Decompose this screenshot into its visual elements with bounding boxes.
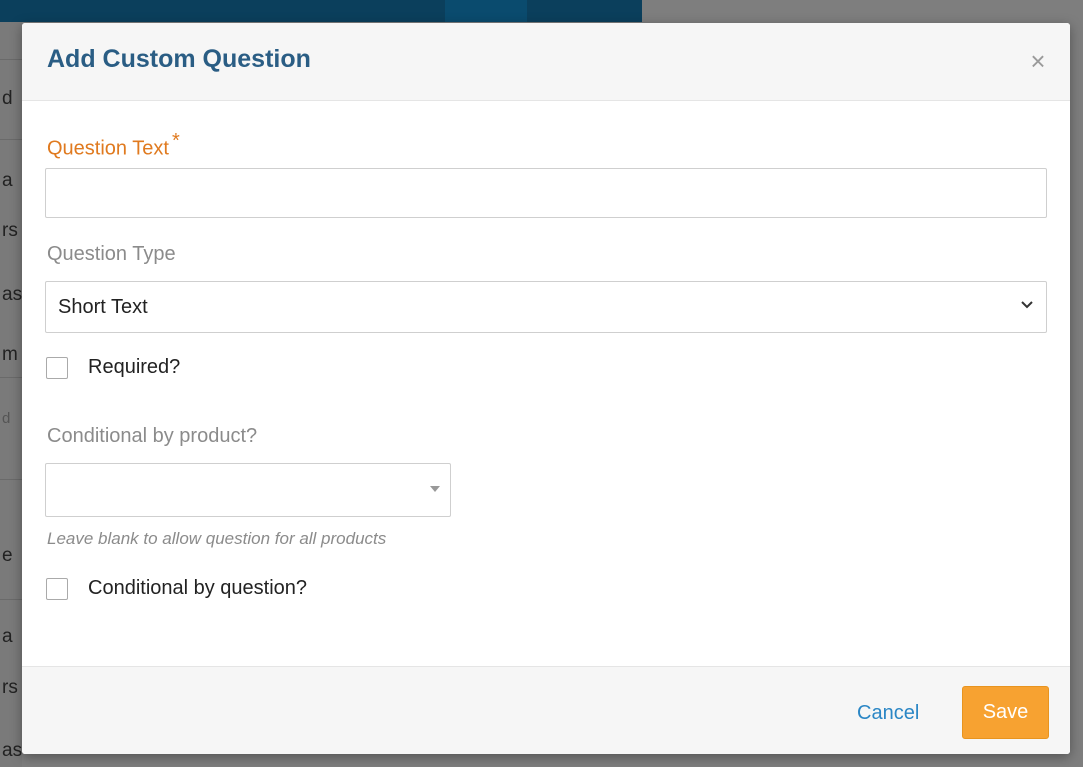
- background-divider: [0, 479, 22, 480]
- background-page: d a rs as m d e a rs as: [0, 22, 22, 767]
- required-asterisk: *: [171, 130, 180, 152]
- conditional-product-select[interactable]: [45, 463, 451, 517]
- modal-footer: Cancel Save: [22, 666, 1070, 754]
- caret-down-icon: [430, 486, 440, 492]
- background-divider: [0, 377, 22, 378]
- background-top-bar: [0, 0, 642, 22]
- background-text: rs: [2, 677, 18, 698]
- conditional-product-help-text: Leave blank to allow question for all pr…: [47, 529, 387, 548]
- question-text-input[interactable]: [45, 168, 1047, 218]
- background-divider: [0, 59, 22, 60]
- conditional-question-checkbox[interactable]: [46, 578, 68, 600]
- required-checkbox[interactable]: [46, 357, 68, 379]
- close-icon[interactable]: ×: [1026, 47, 1050, 75]
- conditional-question-checkbox-label[interactable]: Conditional by question?: [88, 577, 307, 600]
- question-type-selected-value: Short Text: [58, 296, 148, 318]
- background-text: a: [2, 626, 13, 647]
- modal-header: Add Custom Question ×: [22, 23, 1070, 101]
- required-checkbox-label[interactable]: Required?: [88, 356, 180, 379]
- question-text-label: Question Text *: [47, 130, 180, 161]
- question-type-select[interactable]: Short Text: [45, 281, 1047, 333]
- background-tab: [445, 0, 527, 22]
- conditional-product-label: Conditional by product?: [47, 425, 258, 447]
- background-divider: [0, 139, 22, 140]
- modal-title: Add Custom Question: [47, 45, 311, 73]
- save-button[interactable]: Save: [962, 686, 1049, 739]
- background-text: as: [2, 284, 23, 305]
- background-text: as: [2, 740, 23, 761]
- question-text-label-text: Question Text: [47, 137, 169, 160]
- cancel-button[interactable]: Cancel: [857, 702, 919, 725]
- background-text: rs: [2, 220, 18, 241]
- background-text: e: [2, 545, 13, 566]
- question-type-label: Question Type: [47, 243, 176, 265]
- background-text: m: [2, 344, 18, 365]
- background-text: d: [2, 410, 11, 427]
- background-divider: [0, 599, 22, 600]
- add-custom-question-modal: Add Custom Question × Question Text * Que…: [22, 23, 1070, 754]
- chevron-down-icon: [1021, 301, 1033, 309]
- background-text: a: [2, 170, 13, 191]
- background-text: d: [2, 88, 13, 109]
